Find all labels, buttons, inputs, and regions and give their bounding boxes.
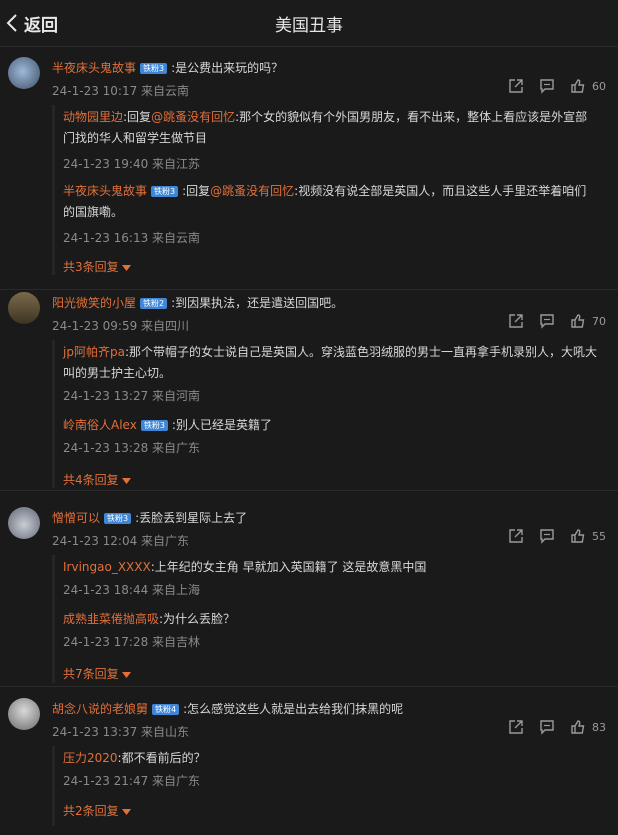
reply-username[interactable]: 半夜床头鬼故事 <box>63 184 147 198</box>
caret-down-icon <box>121 260 131 274</box>
caret-down-icon <box>121 473 131 487</box>
avatar[interactable] <box>8 507 40 539</box>
reply-item: Irvingao_XXXX:上年纪的女主角 早就加入英国籍了 这是故意黑中国 2… <box>63 557 598 601</box>
fan-level-badge: 铁粉3 <box>151 186 179 197</box>
fan-level-badge: 铁粉2 <box>140 298 168 309</box>
share-icon[interactable] <box>508 78 524 94</box>
reply-text: :为什么丢脸？ <box>159 612 236 626</box>
reply-meta: 24-1-23 19:40 来自江苏 <box>63 157 201 171</box>
comment-card: 半夜床头鬼故事 铁粉3:是公费出来玩的吗？ 24-1-23 10:17 来自云南 … <box>0 57 618 290</box>
comment-username[interactable]: 胡念八说的老娘舅 <box>52 702 148 716</box>
share-icon[interactable] <box>508 528 524 544</box>
thumbs-up-icon <box>570 78 586 94</box>
reply-username[interactable]: 成熟韭菜倦抛高吸 <box>63 612 159 626</box>
like-count: 60 <box>592 79 606 93</box>
share-icon[interactable] <box>508 313 524 329</box>
avatar[interactable] <box>8 57 40 89</box>
more-replies-label: 共2条回复 <box>63 804 119 818</box>
more-replies-label: 共4条回复 <box>63 473 119 487</box>
comment-card: 憎憎可以 铁粉3:丢脸丢到星际上去了 24-1-23 12:04 来自广东 55 … <box>0 507 618 687</box>
reply-meta: 24-1-23 21:47 来自广东 <box>63 774 201 788</box>
reply-meta: 24-1-23 18:44 来自上海 <box>63 583 201 597</box>
avatar[interactable] <box>8 698 40 730</box>
comment-card: 阳光微笑的小屋 铁粉2:到因果执法，还是遣送回国吧。 24-1-23 09:59 … <box>0 292 618 491</box>
more-replies-link[interactable]: 共3条回复 <box>63 258 131 275</box>
page-title: 美国丑事 <box>275 16 343 36</box>
comment-meta: 24-1-23 12:04 来自广东 <box>52 534 190 548</box>
reply-username[interactable]: jp阿帕齐pa <box>63 345 125 359</box>
comment-text: :怎么感觉这些人就是出去给我们抹黑的呢 <box>183 702 404 716</box>
like-count: 70 <box>592 314 606 328</box>
thumbs-up-icon <box>570 313 586 329</box>
reply-item: 成熟韭菜倦抛高吸:为什么丢脸？ 24-1-23 17:28 来自吉林 <box>63 609 598 653</box>
reply-username[interactable]: Irvingao_XXXX <box>63 560 151 574</box>
more-replies-label: 共7条回复 <box>63 667 119 681</box>
comment-username[interactable]: 半夜床头鬼故事 <box>52 61 136 75</box>
caret-down-icon <box>121 667 131 681</box>
caret-down-icon <box>121 804 131 818</box>
comment-text: :丢脸丢到星际上去了 <box>135 511 248 525</box>
reply-item: jp阿帕齐pa:那个带帽子的女士说自己是英国人。穿浅蓝色羽绒服的男士一直再拿手机… <box>63 342 598 407</box>
reply-item: 动物园里边:回复@跳蚤没有回忆:那个女的貌似有个外国男朋友，看不出来，整体上看应… <box>63 107 598 175</box>
reply-meta: 24-1-23 13:28 来自广东 <box>63 441 201 455</box>
reply-meta: 24-1-23 16:13 来自云南 <box>63 231 201 245</box>
reply-item: 半夜床头鬼故事 铁粉3:回复@跳蚤没有回忆:视频没有说全部是英国人，而且这些人手里… <box>63 181 598 249</box>
reply-text: :那个带帽子的女士说自己是英国人。穿浅蓝色羽绒服的男士一直再拿手机录别人，大吼大… <box>63 345 597 380</box>
like-button[interactable]: 55 <box>570 528 606 544</box>
fan-level-badge: 铁粉4 <box>152 704 180 715</box>
reply-username[interactable]: 压力2020 <box>63 751 118 765</box>
comment-text: :到因果执法，还是遣送回国吧。 <box>171 296 344 310</box>
like-count: 83 <box>592 720 606 734</box>
reply-box: 压力2020:都不看前后的？ 24-1-23 21:47 来自广东 共2条回复 <box>52 746 618 826</box>
comment-icon[interactable] <box>539 78 555 94</box>
more-replies-link[interactable]: 共2条回复 <box>63 802 131 819</box>
thumbs-up-icon <box>570 719 586 735</box>
reply-text: :都不看前后的？ <box>117 751 206 765</box>
reply-box: jp阿帕齐pa:那个带帽子的女士说自己是英国人。穿浅蓝色羽绒服的男士一直再拿手机… <box>52 340 618 488</box>
reply-box: Irvingao_XXXX:上年纪的女主角 早就加入英国籍了 这是故意黑中国 2… <box>52 555 618 683</box>
comment-icon[interactable] <box>539 313 555 329</box>
reply-username[interactable]: 动物园里边 <box>63 110 123 124</box>
comment-text: :是公费出来玩的吗？ <box>171 61 284 75</box>
avatar[interactable] <box>8 292 40 324</box>
top-bar: 返回 美国丑事 <box>0 0 618 47</box>
comment-meta: 24-1-23 10:17 来自云南 <box>52 84 190 98</box>
reply-box: 动物园里边:回复@跳蚤没有回忆:那个女的貌似有个外国男朋友，看不出来，整体上看应… <box>52 105 618 275</box>
reply-prefix: :回复 <box>123 110 152 124</box>
reply-username[interactable]: 岭南俗人Alex <box>63 418 137 432</box>
reply-prefix: :回复 <box>182 184 211 198</box>
mention-link[interactable]: @跳蚤没有回忆 <box>210 184 294 198</box>
like-button[interactable]: 83 <box>570 719 606 735</box>
comment-username[interactable]: 阳光微笑的小屋 <box>52 296 136 310</box>
comment-icon[interactable] <box>539 528 555 544</box>
share-icon[interactable] <box>508 719 524 735</box>
comment-card: 胡念八说的老娘舅 铁粉4:怎么感觉这些人就是出去给我们抹黑的呢 24-1-23 1… <box>0 698 618 833</box>
thumbs-up-icon <box>570 528 586 544</box>
more-replies-label: 共3条回复 <box>63 260 119 274</box>
like-button[interactable]: 60 <box>570 78 606 94</box>
comment-meta: 24-1-23 13:37 来自山东 <box>52 725 190 739</box>
like-count: 55 <box>592 529 606 543</box>
more-replies-link[interactable]: 共7条回复 <box>63 665 131 682</box>
more-replies-link[interactable]: 共4条回复 <box>63 471 131 488</box>
fan-level-badge: 铁粉3 <box>140 420 168 431</box>
fan-level-badge: 铁粉3 <box>140 63 168 74</box>
reply-meta: 24-1-23 17:28 来自吉林 <box>63 635 201 649</box>
mention-link[interactable]: @跳蚤没有回忆 <box>151 110 235 124</box>
reply-text: :别人已经是英籍了 <box>171 418 272 432</box>
reply-item: 压力2020:都不看前后的？ 24-1-23 21:47 来自广东 <box>63 748 598 792</box>
reply-meta: 24-1-23 13:27 来自河南 <box>63 389 201 403</box>
like-button[interactable]: 70 <box>570 313 606 329</box>
reply-text: :上年纪的女主角 早就加入英国籍了 这是故意黑中国 <box>150 560 427 574</box>
reply-item: 岭南俗人Alex 铁粉3:别人已经是英籍了 24-1-23 13:28 来自广东 <box>63 415 598 459</box>
fan-level-badge: 铁粉3 <box>104 513 132 524</box>
comment-icon[interactable] <box>539 719 555 735</box>
comment-username[interactable]: 憎憎可以 <box>52 511 100 525</box>
comment-meta: 24-1-23 09:59 来自四川 <box>52 319 190 333</box>
